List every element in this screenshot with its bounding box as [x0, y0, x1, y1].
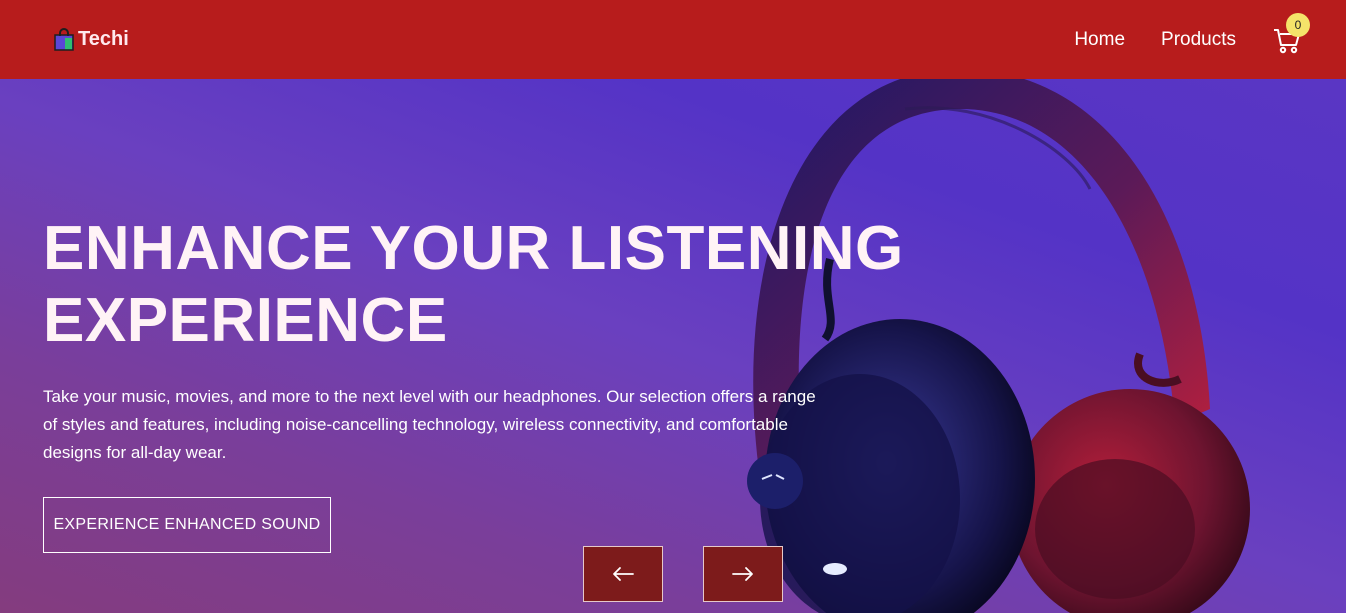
hero-title-line-1: ENHANCE YOUR LISTENING [43, 214, 904, 283]
arrow-left-icon [613, 567, 634, 581]
nav-link-home[interactable]: Home [1074, 29, 1125, 51]
hero-title-line-2: EXPERIENCE [43, 286, 448, 355]
navbar: Techi Home Products 0 [0, 0, 1346, 79]
hero-title: ENHANCE YOUR LISTENING EXPERIENCE [43, 213, 943, 357]
shopping-bag-icon [54, 27, 74, 51]
cart-count-badge: 0 [1286, 12, 1310, 37]
carousel-next-button[interactable] [703, 546, 783, 602]
arrow-right-icon [732, 567, 753, 581]
hero-banner: ENHANCE YOUR LISTENING EXPERIENCE Take y… [0, 79, 1346, 613]
brand-name: Techi [78, 28, 129, 50]
carousel-prev-button[interactable] [583, 546, 663, 602]
brand-logo-link[interactable]: Techi [52, 27, 129, 52]
nav-link-products[interactable]: Products [1161, 29, 1236, 51]
cart-button[interactable]: 0 [1272, 12, 1310, 60]
hero-description: Take your music, movies, and more to the… [43, 387, 816, 462]
main-nav: Home Products 0 [1074, 12, 1310, 60]
experience-sound-button[interactable]: EXPERIENCE ENHANCED SOUND [43, 497, 331, 553]
hero-content: ENHANCE YOUR LISTENING EXPERIENCE Take y… [43, 213, 943, 467]
